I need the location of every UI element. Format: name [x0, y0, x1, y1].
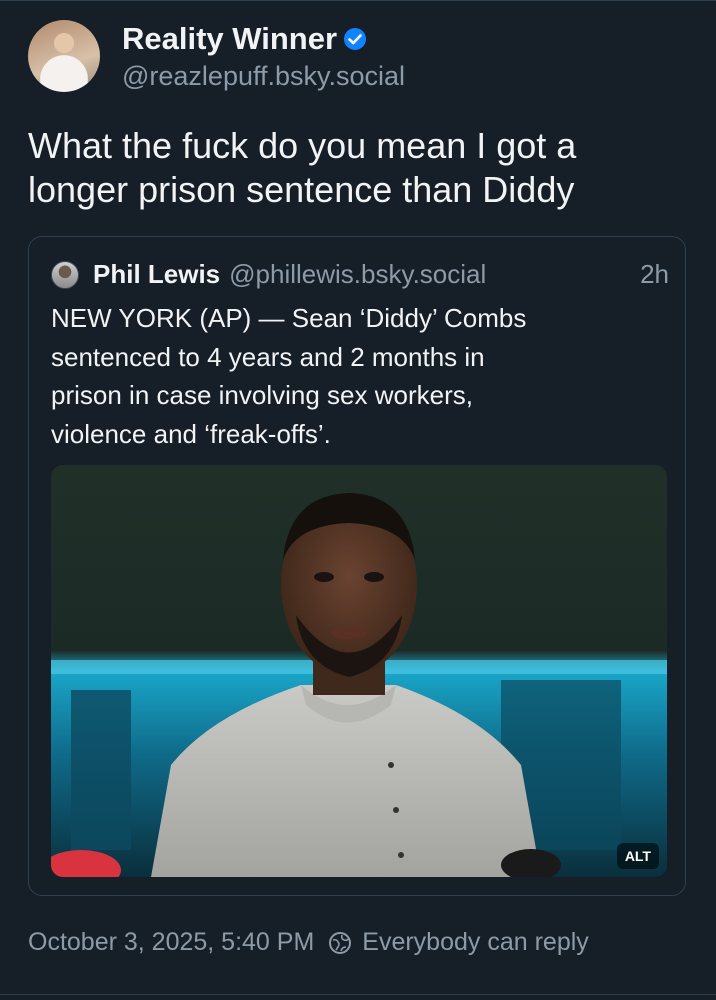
quoted-text-line: prison in case involving sex workers, — [51, 380, 473, 410]
quoted-text-line: NEW YORK (AP) — Sean ‘Diddy’ Combs — [51, 303, 527, 333]
quoted-post[interactable]: Phil Lewis @phillewis.bsky.social 2h NEW… — [28, 236, 686, 896]
author-display-row: Reality Winner — [122, 21, 405, 57]
alt-badge[interactable]: ALT — [616, 843, 659, 869]
quoted-text-line: violence and ‘freak-offs’. — [51, 418, 331, 449]
author-names: Reality Winner @reazlepuff.bsky.social — [122, 21, 405, 92]
post-text: What the fuck do you mean I got a longer… — [28, 124, 668, 212]
quoted-author-handle: @phillewis.bsky.social — [229, 259, 487, 289]
author-display-name[interactable]: Reality Winner — [122, 21, 337, 57]
quoted-author-avatar — [51, 260, 79, 289]
verified-check-icon[interactable] — [343, 27, 367, 51]
bottom-divider — [0, 994, 716, 995]
globe-icon — [329, 931, 352, 954]
author-handle[interactable]: @reazlepuff.bsky.social — [122, 61, 405, 92]
quoted-post-image[interactable]: ALT — [51, 465, 667, 877]
post-meta: October 3, 2025, 5:40 PM Everybody can r… — [28, 928, 589, 957]
reply-setting[interactable]: Everybody can reply — [362, 928, 589, 957]
post-header: Reality Winner @reazlepuff.bsky.social — [28, 18, 688, 94]
quoted-post-time: 2h — [640, 259, 669, 289]
post-text-line: longer prison sentence than Diddy — [28, 169, 575, 210]
post-text-line: What the fuck do you mean I got a — [28, 125, 577, 166]
quoted-text-line: sentenced to 4 years and 2 months in — [51, 341, 485, 372]
author-avatar[interactable] — [28, 20, 100, 92]
quoted-author-display-name: Phil Lewis — [93, 259, 221, 289]
photo-illustration — [51, 465, 667, 877]
post-timestamp[interactable]: October 3, 2025, 5:40 PM — [28, 928, 314, 957]
post[interactable]: Reality Winner @reazlepuff.bsky.social W… — [28, 18, 688, 212]
quoted-post-header: Phil Lewis @phillewis.bsky.social 2h — [51, 259, 669, 290]
quoted-post-text: NEW YORK (AP) — Sean ‘Diddy’ Combs sente… — [51, 299, 651, 453]
top-divider — [0, 0, 716, 1]
